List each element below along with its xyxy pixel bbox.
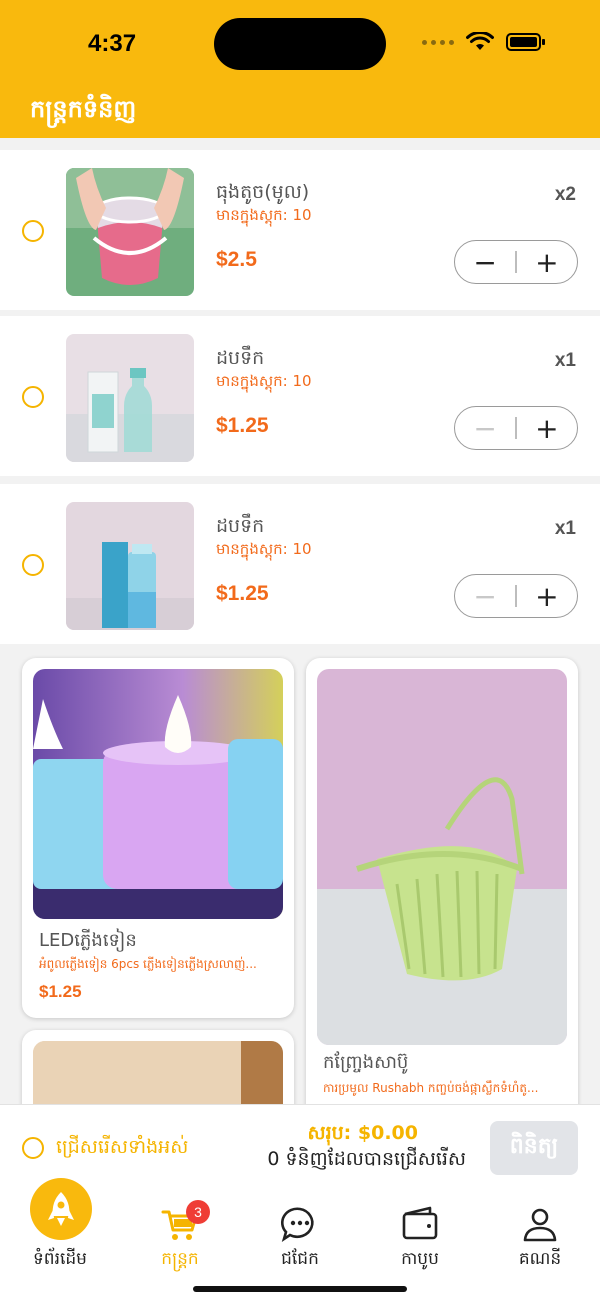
signal-icon — [422, 39, 454, 45]
item-select-radio[interactable] — [22, 220, 44, 242]
decrease-button[interactable]: − — [455, 575, 515, 617]
tab-account[interactable]: គណនី — [480, 1190, 600, 1290]
product-card[interactable]: កញ្ច្រែងសាប៊ូ ការប្រមូល Rushabh កញ្ចប់ចង… — [306, 658, 578, 1118]
home-indicator — [193, 1286, 407, 1292]
item-quantity: x2 — [554, 184, 576, 205]
tab-label: ជជែក — [281, 1249, 319, 1269]
increase-button[interactable]: + — [517, 575, 577, 617]
tab-home[interactable]: ទំព័រដើម — [0, 1178, 120, 1290]
quantity-stepper: − + — [454, 240, 578, 284]
rocket-icon[interactable] — [30, 1178, 92, 1240]
item-price: $1.25 — [216, 582, 269, 605]
tab-chat[interactable]: ជជែក — [240, 1190, 360, 1290]
item-stock: មានក្នុងស្តុក: 10 — [216, 372, 312, 390]
item-select-radio[interactable] — [22, 386, 44, 408]
item-quantity: x1 — [554, 350, 576, 371]
item-stock: មានក្នុងស្តុក: 10 — [216, 206, 312, 224]
item-stock: មានក្នុងស្តុក: 10 — [216, 540, 312, 558]
cart-badge: 3 — [186, 1200, 210, 1224]
tab-cart[interactable]: 3 កន្ត្រក — [120, 1190, 240, 1290]
select-all-radio[interactable] — [22, 1137, 44, 1159]
item-name: ដបទឹក — [216, 515, 265, 537]
product-card-description: អំពូលភ្លើងទៀន 6pcs ភ្លើងទៀនភ្លើងស្រលាញ់.… — [39, 957, 257, 971]
total-price: សរុប: $0.00 — [307, 1122, 419, 1144]
product-card-image[interactable] — [317, 669, 567, 1045]
product-card[interactable]: LEDភ្លើងទៀន អំពូលភ្លើងទៀន 6pcs ភ្លើងទៀនភ… — [22, 658, 294, 1018]
dynamic-island — [214, 18, 386, 70]
item-quantity: x1 — [554, 518, 576, 539]
item-price: $2.5 — [216, 248, 257, 271]
item-name: ដបទឹក — [216, 347, 265, 369]
item-select-radio[interactable] — [22, 554, 44, 576]
increase-button[interactable]: + — [517, 407, 577, 449]
status-icons — [422, 32, 546, 52]
wifi-icon — [466, 32, 494, 50]
product-image[interactable] — [66, 502, 194, 630]
user-icon — [523, 1208, 557, 1242]
product-card-name: កញ្ច្រែងសាប៊ូ — [323, 1052, 409, 1073]
cart-item: ធុងតូច(មូល) មានក្នុងស្តុក: 10 $2.5 x2 − … — [0, 150, 600, 310]
wallet-icon — [402, 1206, 438, 1240]
product-card-description: ការប្រមូល Rushabh កញ្ចប់ចង់ផ្កាស្លឹកទំហំ… — [323, 1081, 539, 1095]
tab-label: គណនី — [518, 1249, 562, 1269]
tab-wallet[interactable]: កាបូប — [360, 1190, 480, 1290]
quantity-stepper: − + — [454, 574, 578, 618]
selected-count: 0 ទំនិញដែលបានជ្រើសរើស — [267, 1148, 466, 1170]
status-time: 4:37 — [88, 30, 137, 57]
cart-item: ដបទឹក មានក្នុងស្តុក: 10 $1.25 x1 − + — [0, 316, 600, 476]
product-image[interactable] — [66, 334, 194, 462]
tab-label: ទំព័រដើម — [33, 1249, 87, 1269]
product-card-name: LEDភ្លើងទៀន — [39, 930, 137, 951]
decrease-button[interactable]: − — [455, 407, 515, 449]
product-card-image[interactable] — [33, 669, 283, 919]
tab-label: កាបូប — [401, 1249, 439, 1269]
decrease-button[interactable]: − — [455, 241, 515, 283]
increase-button[interactable]: + — [517, 241, 577, 283]
product-card-price: $1.25 — [39, 982, 82, 1001]
item-name: ធុងតូច(មូល) — [216, 181, 310, 203]
product-image[interactable] — [66, 168, 194, 296]
select-all-label[interactable]: ជ្រើសរើសទាំងអស់ — [56, 1135, 188, 1163]
checkout-bar: ជ្រើសរើសទាំងអស់ សរុប: $0.00 0 ទំនិញដែលបា… — [0, 1104, 600, 1190]
battery-icon — [506, 33, 545, 51]
item-price: $1.25 — [216, 414, 269, 437]
header: 4:37 កន្ត្រកទំនិញ — [0, 0, 600, 138]
cart-screen: 4:37 កន្ត្រកទំនិញ ធុងតូច(មូល) មានក្នុងស្… — [0, 0, 600, 1304]
chat-icon — [281, 1207, 314, 1243]
tab-label: កន្ត្រក — [161, 1249, 199, 1269]
page-title: កន្ត្រកទំនិញ — [30, 95, 137, 123]
cart-item: ដបទឹក មានក្នុងស្តុក: 10 $1.25 x1 − + — [0, 484, 600, 644]
checkout-button[interactable]: ពិនិត្យ — [490, 1121, 578, 1175]
quantity-stepper: − + — [454, 406, 578, 450]
